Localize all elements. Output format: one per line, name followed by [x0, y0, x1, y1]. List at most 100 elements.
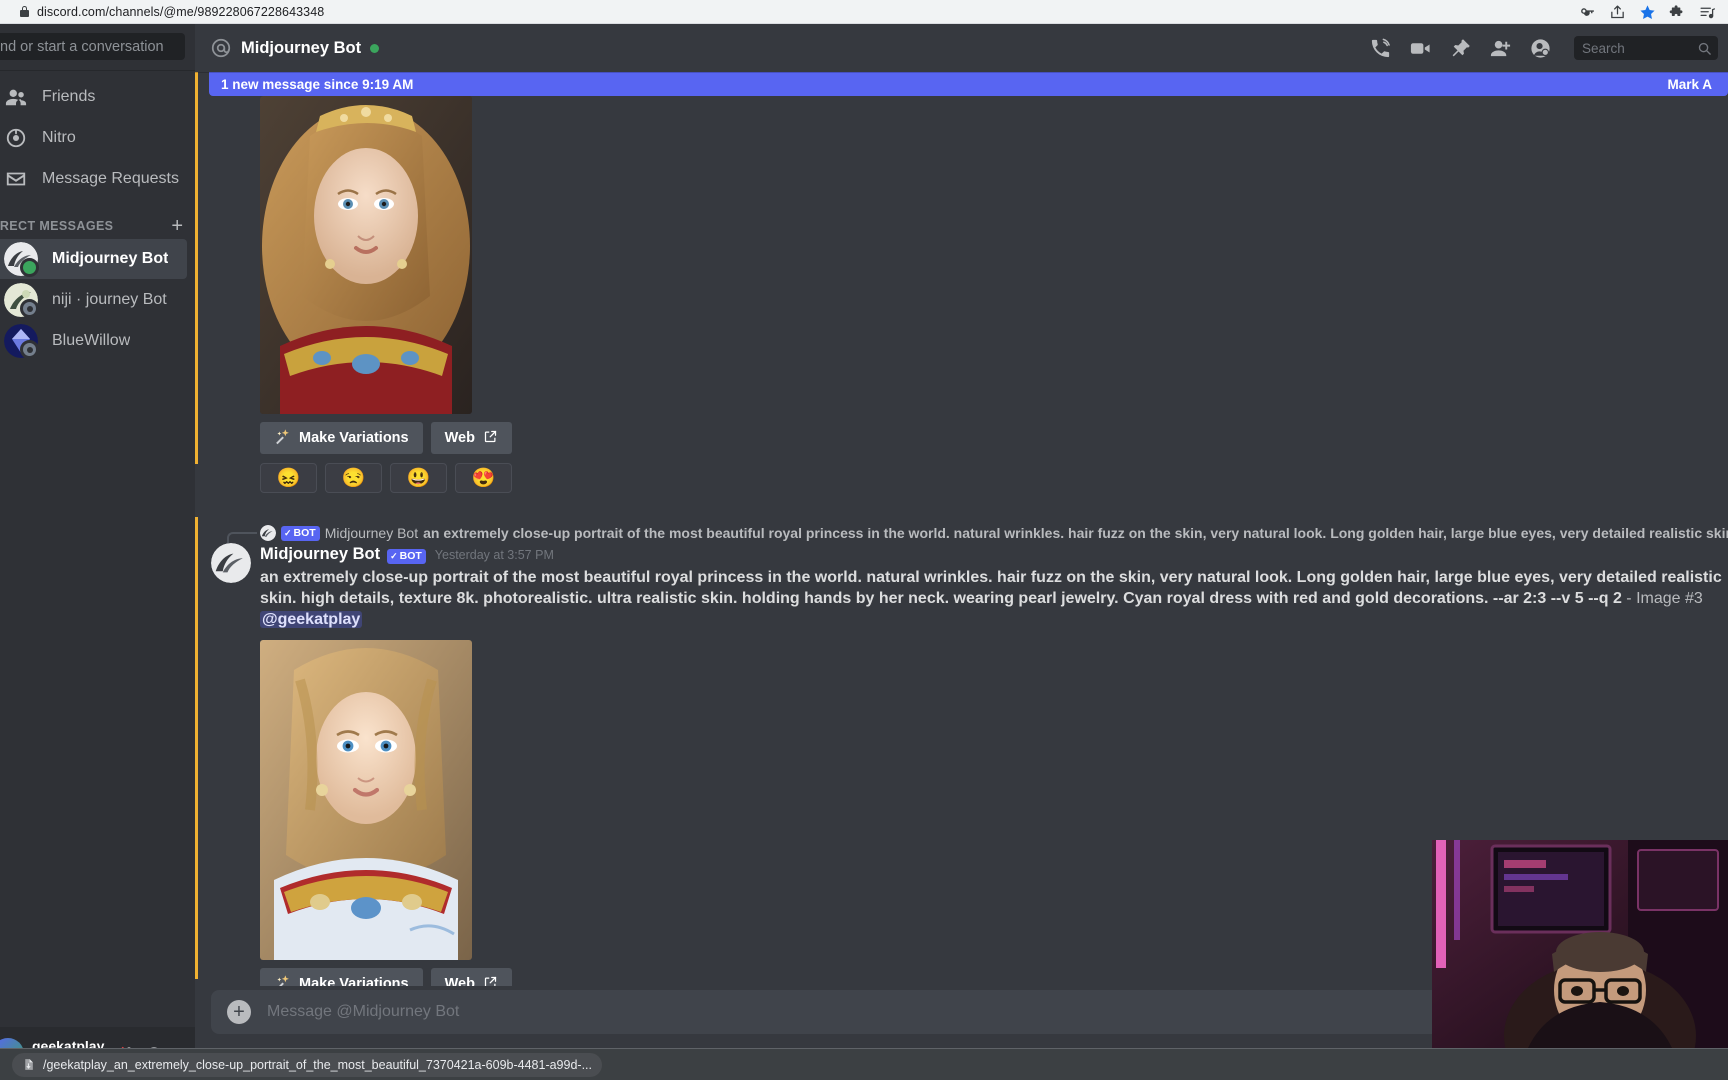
bookmark-star-icon[interactable]	[1632, 0, 1662, 24]
reaction-button[interactable]: 😍	[455, 463, 512, 493]
direct-messages-header: IRECT MESSAGES +	[0, 216, 183, 236]
lock-icon	[20, 6, 29, 17]
download-filename: /geekatplay_an_extremely_close-up_portra…	[43, 1057, 592, 1072]
web-button[interactable]: Web	[430, 968, 512, 986]
direct-messages-title: IRECT MESSAGES	[0, 219, 114, 233]
message-body: an extremely close-up portrait of the mo…	[260, 567, 1728, 630]
external-link-icon	[483, 429, 498, 448]
make-variations-label: Make Variations	[299, 976, 409, 986]
status-badge	[20, 299, 39, 318]
image-index-label: - Image #3	[1621, 590, 1703, 607]
find-conversation-placeholder: nd or start a conversation	[0, 38, 164, 55]
make-variations-label: Make Variations	[299, 430, 409, 446]
download-bar: /geekatplay_an_extremely_close-up_portra…	[0, 1048, 1728, 1080]
reply-author: Midjourney Bot	[324, 525, 419, 541]
sidebar-item-label: Midjourney Bot	[52, 250, 169, 267]
bot-label: BOT	[399, 550, 422, 562]
sidebar-item-label: Nitro	[42, 129, 76, 146]
sidebar-item-friends[interactable]: Friends	[0, 77, 187, 117]
reaction-button[interactable]: 😒	[325, 463, 382, 493]
new-messages-banner[interactable]: 1 new message since 9:19 AM Mark A	[209, 72, 1728, 96]
verified-check-icon: ✓	[390, 551, 398, 561]
webcam-overlay	[1432, 840, 1728, 1048]
generated-image[interactable]	[260, 640, 472, 960]
channel-header: Midjourney Bot Search	[195, 24, 1728, 72]
message-author[interactable]: Midjourney Bot	[260, 545, 380, 564]
status-badge	[370, 43, 380, 53]
make-variations-button[interactable]: Make Variations	[260, 968, 423, 986]
find-conversation-input[interactable]: nd or start a conversation	[0, 33, 185, 60]
download-item[interactable]: /geekatplay_an_extremely_close-up_portra…	[12, 1052, 602, 1077]
sidebar-item-label: niji · journey Bot	[52, 291, 167, 308]
avatar	[260, 525, 276, 541]
search-icon	[1697, 41, 1712, 56]
make-variations-button[interactable]: Make Variations	[260, 422, 423, 454]
search-placeholder: Search	[1582, 40, 1625, 56]
url-text: discord.com/channels/@me/989228067228643…	[37, 4, 325, 19]
user-mention[interactable]: @geekatplay	[260, 611, 363, 628]
reply-preview-text: an extremely close-up portrait of the mo…	[423, 525, 1728, 541]
file-download-icon	[22, 1058, 35, 1071]
add-attachment-button[interactable]: +	[227, 1000, 251, 1024]
channel-actions: Search	[1368, 36, 1718, 60]
dm-sidebar: nd or start a conversation Friends Nitro…	[0, 24, 195, 1080]
sidebar-item-midjourney-bot[interactable]: Midjourney Bot	[0, 239, 187, 279]
reaction-row: 😖 😒 😃 😍	[260, 463, 1728, 493]
status-badge	[20, 340, 39, 359]
web-button[interactable]: Web	[430, 422, 512, 454]
reply-reference[interactable]: ✓ BOT Midjourney Bot an extremely close-…	[227, 523, 1728, 543]
at-icon	[209, 36, 233, 60]
bot-badge: ✓ BOT	[387, 549, 426, 564]
envelope-icon	[4, 167, 28, 191]
generated-image[interactable]	[260, 96, 472, 414]
message-group: Make Variations Web 😖 😒 😃 �	[195, 72, 1728, 493]
avatar	[4, 283, 39, 318]
avatar[interactable]	[211, 543, 251, 583]
pin-icon[interactable]	[1448, 36, 1472, 60]
browser-toolbar: discord.com/channels/@me/989228067228643…	[0, 0, 1728, 24]
message-header: Midjourney Bot ✓ BOT Yesterday at 3:57 P…	[260, 545, 1728, 564]
share-icon[interactable]	[1602, 0, 1632, 24]
status-badge	[20, 258, 39, 277]
message-timestamp: Yesterday at 3:57 PM	[434, 548, 554, 562]
voice-call-icon[interactable]	[1368, 36, 1392, 60]
sidebar-item-label: Friends	[42, 88, 96, 105]
message-attachment: Make Variations Web 😖 😒 😃 �	[260, 96, 1728, 493]
user-profile-icon[interactable]	[1528, 36, 1552, 60]
friends-icon	[4, 85, 28, 109]
sidebar-item-niji-journey-bot[interactable]: niji · journey Bot	[0, 280, 187, 320]
discord-app: nd or start a conversation Friends Nitro…	[0, 24, 1728, 1080]
web-label: Web	[444, 430, 475, 446]
avatar	[4, 324, 39, 359]
sidebar-item-bluewillow[interactable]: BlueWillow	[0, 321, 187, 361]
unread-indicator	[195, 517, 198, 979]
reaction-button[interactable]: 😖	[260, 463, 317, 493]
add-friend-icon[interactable]	[1488, 36, 1512, 60]
sparkle-wand-icon	[274, 974, 291, 986]
bot-label: BOT	[293, 526, 316, 539]
create-dm-button[interactable]: +	[171, 216, 183, 236]
sidebar-divider	[0, 70, 195, 71]
new-messages-text: 1 new message since 9:19 AM	[221, 76, 414, 92]
message-input-placeholder: Message @Midjourney Bot	[267, 1003, 460, 1020]
password-key-icon[interactable]	[1572, 0, 1602, 24]
image-action-buttons: Make Variations Web	[260, 422, 1728, 454]
sidebar-item-nitro[interactable]: Nitro	[0, 118, 187, 158]
reaction-button[interactable]: 😃	[390, 463, 447, 493]
video-call-icon[interactable]	[1408, 36, 1432, 60]
prompt-text: an extremely close-up portrait of the mo…	[260, 569, 1722, 607]
external-link-icon	[483, 975, 498, 986]
nitro-icon	[4, 126, 28, 150]
sidebar-item-message-requests[interactable]: Message Requests	[0, 159, 187, 199]
verified-check-icon: ✓	[284, 527, 292, 538]
unread-indicator	[195, 72, 198, 464]
avatar	[4, 242, 39, 277]
search-input[interactable]: Search	[1574, 36, 1718, 60]
address-bar[interactable]: discord.com/channels/@me/989228067228643…	[10, 3, 334, 21]
sparkle-wand-icon	[274, 428, 291, 449]
browser-actions	[1572, 0, 1722, 24]
extensions-puzzle-icon[interactable]	[1662, 0, 1692, 24]
sidebar-item-label: Message Requests	[42, 170, 179, 187]
mark-as-read-button[interactable]: Mark A	[1667, 77, 1712, 92]
reading-list-icon[interactable]	[1692, 0, 1722, 24]
